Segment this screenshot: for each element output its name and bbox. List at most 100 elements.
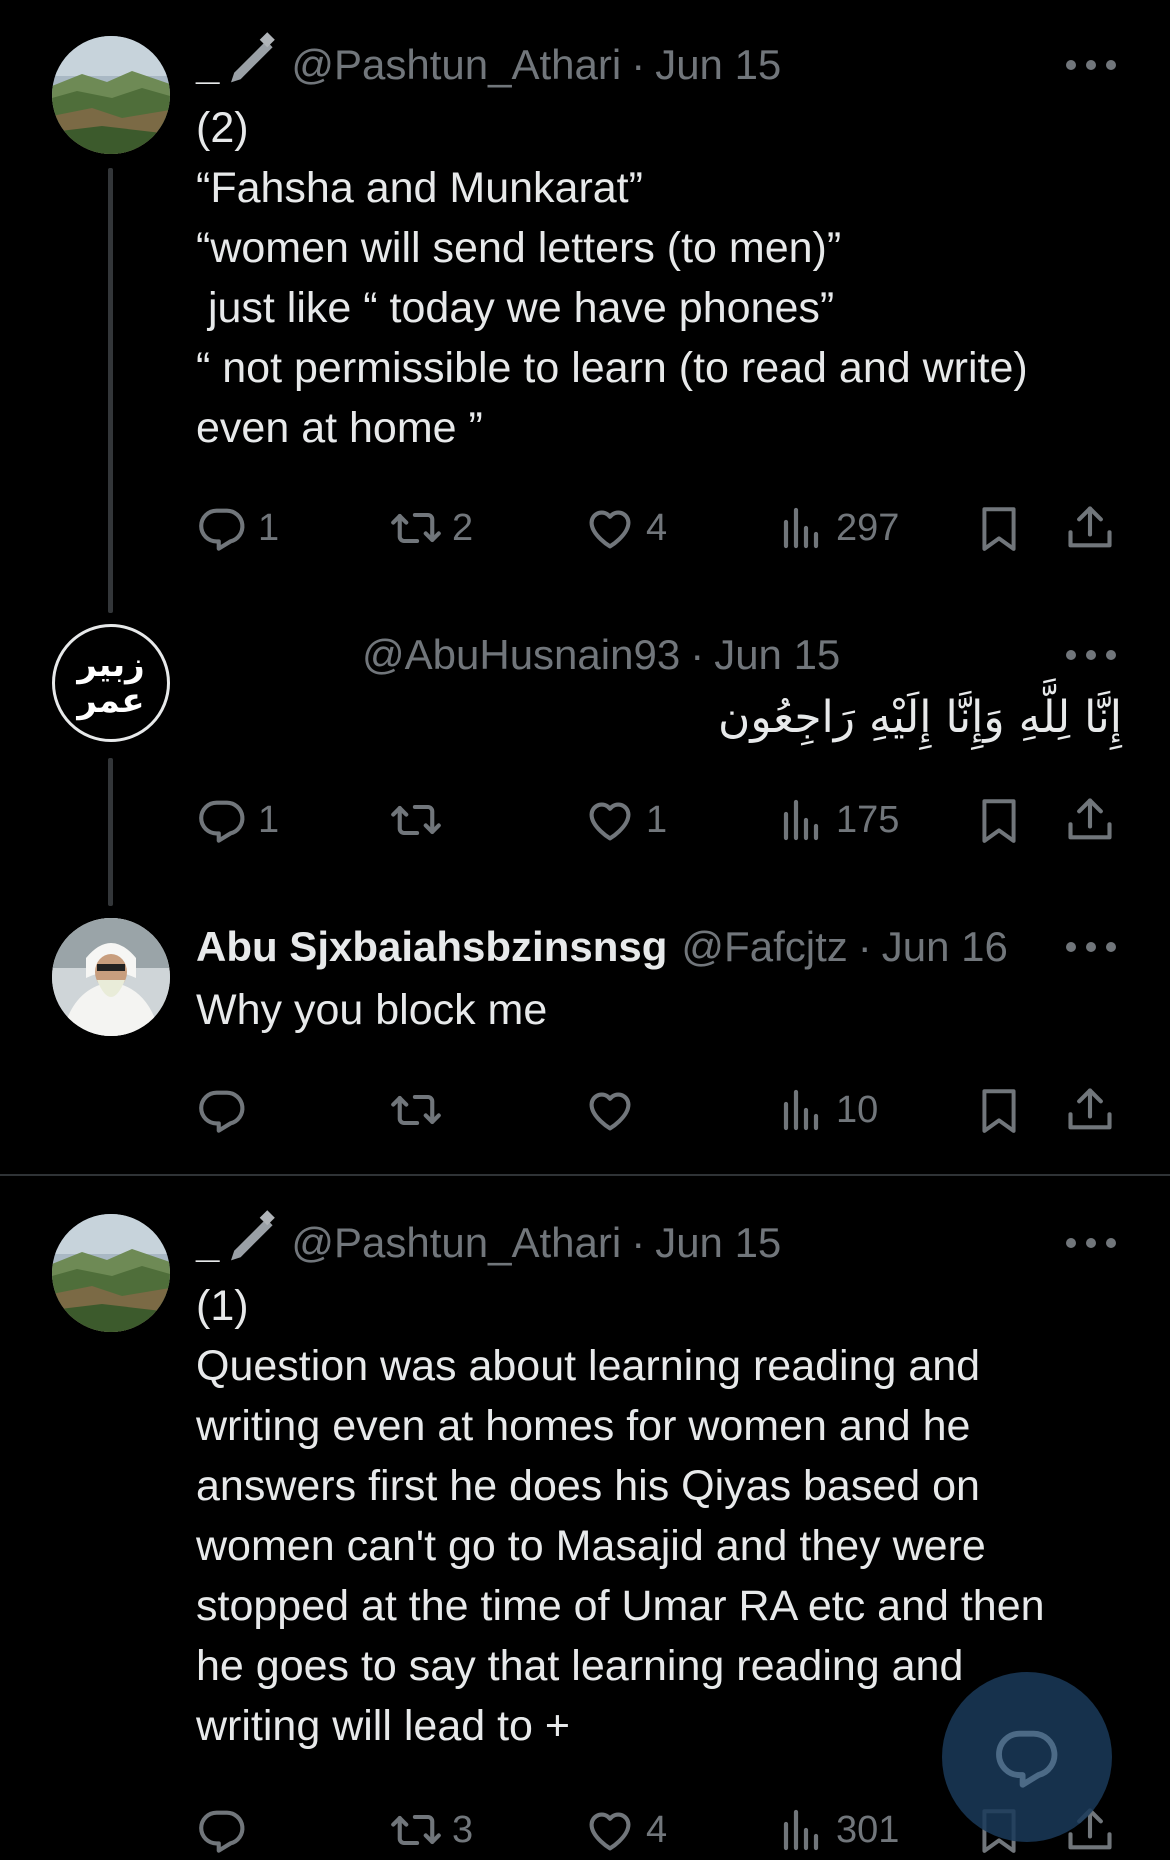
share-button[interactable]	[1064, 790, 1116, 850]
handle[interactable]: @AbuHusnain93	[362, 631, 680, 679]
avatar[interactable]: زبير عمر	[52, 624, 170, 742]
heart-icon	[584, 502, 636, 554]
avatar-text: عمر	[77, 681, 145, 721]
views-button[interactable]: 175	[778, 790, 899, 850]
separator-dot: ·	[857, 923, 872, 970]
views-count: 10	[836, 1088, 879, 1131]
more-icon[interactable]	[1066, 927, 1116, 967]
tweet-line: Why you block me	[196, 986, 548, 1034]
reply-icon	[196, 1804, 248, 1856]
landscape-avatar-image	[52, 1214, 170, 1332]
bookmark-icon	[974, 503, 1024, 553]
tweet-line: answers first he does his Qiyas based on	[196, 1462, 980, 1510]
handle[interactable]: @Fafcjtz	[681, 923, 847, 971]
tweet-text: إِنَّا لِلَّهِ وَإِنَّا إِلَيْهِ رَاجِعُ…	[718, 692, 1122, 743]
like-count: 4	[646, 1808, 668, 1851]
repost-icon	[390, 502, 442, 554]
avatar[interactable]	[52, 36, 170, 154]
date[interactable]: Jun 15	[655, 1219, 781, 1267]
tweet-line: Question was about learning reading and	[196, 1342, 981, 1390]
tweet-line: “women will send letters (to men)”	[196, 224, 842, 272]
date[interactable]: Jun 15	[714, 631, 840, 679]
like-button[interactable]	[584, 1080, 646, 1140]
avatar[interactable]	[52, 1214, 170, 1332]
action-bar: 1 2 4 297	[196, 498, 1126, 558]
tweet-line: “ not permissible to learn (to read and …	[196, 344, 1028, 392]
tweet-text: Why you block me	[196, 980, 1126, 1040]
reply-count: 1	[258, 798, 280, 841]
action-bar: 1 1 175	[196, 790, 1126, 850]
person-avatar-image	[52, 918, 170, 1036]
tweet[interactable]: _ @Pashtun_Athari · Jun 15 (2) “Fahsha a…	[0, 0, 1170, 613]
handle[interactable]: @Pashtun_Athari	[291, 1219, 621, 1267]
compose-button[interactable]	[942, 1672, 1112, 1842]
heart-icon	[584, 794, 636, 846]
reply-button[interactable]: 1	[196, 790, 279, 850]
tweet-line: just like “ today we have phones”	[196, 284, 835, 332]
heart-icon	[584, 1084, 636, 1136]
date[interactable]: Jun 15	[655, 41, 781, 89]
like-button[interactable]: 1	[584, 790, 667, 850]
views-count: 301	[836, 1808, 900, 1851]
views-count: 175	[836, 798, 900, 841]
reply-icon	[196, 1084, 248, 1136]
avatar[interactable]	[52, 918, 170, 1036]
bookmark-icon	[974, 1085, 1024, 1135]
divider	[0, 1174, 1170, 1176]
repost-button[interactable]	[390, 790, 452, 850]
views-button[interactable]: 297	[778, 498, 899, 558]
tweet[interactable]: Abu Sjxbaiahsbzinsnsg @Fafcjtz · Jun 16 …	[0, 900, 1170, 1175]
views-count: 297	[836, 506, 900, 549]
share-icon	[1064, 1084, 1116, 1136]
views-button[interactable]: 10	[778, 1080, 878, 1140]
reply-icon	[196, 794, 248, 846]
repost-button[interactable]	[390, 1080, 452, 1140]
tweet[interactable]: زبير عمر @AbuHusnain93 · Jun 15 إِنَّا ل…	[0, 600, 1170, 906]
repost-button[interactable]: 2	[390, 498, 473, 558]
bookmark-button[interactable]	[974, 790, 1024, 850]
reply-button[interactable]: 1	[196, 498, 279, 558]
more-icon[interactable]	[1066, 45, 1116, 85]
heart-icon	[584, 1804, 636, 1856]
tweet-line: (1)	[196, 1282, 249, 1330]
views-icon	[778, 1086, 826, 1134]
action-bar: 10	[196, 1080, 1126, 1140]
more-icon[interactable]	[1066, 635, 1116, 675]
bookmark-button[interactable]	[974, 1080, 1024, 1140]
like-button[interactable]: 4	[584, 1800, 667, 1860]
tweet-line: even at home ”	[196, 404, 483, 452]
views-icon	[778, 796, 826, 844]
compose-icon	[996, 1730, 1058, 1788]
landscape-avatar-image	[52, 36, 170, 154]
tweet-header: _ @Pashtun_Athari · Jun 15	[196, 40, 781, 90]
share-button[interactable]	[1064, 1080, 1116, 1140]
separator-dot: ·	[631, 1219, 646, 1266]
tweet-line: women can't go to Masajid and they were	[196, 1522, 986, 1570]
like-button[interactable]: 4	[584, 498, 667, 558]
views-icon	[778, 1806, 826, 1854]
repost-count: 3	[452, 1808, 474, 1851]
repost-icon	[390, 1084, 442, 1136]
avatar-text: زبير	[77, 645, 145, 685]
thread-line	[108, 758, 113, 906]
views-icon	[778, 504, 826, 552]
repost-icon	[390, 1804, 442, 1856]
tweet-header: Abu Sjxbaiahsbzinsnsg @Fafcjtz · Jun 16	[196, 922, 1008, 972]
more-icon[interactable]	[1066, 1223, 1116, 1263]
share-icon	[1064, 794, 1116, 846]
share-button[interactable]	[1064, 498, 1116, 558]
like-count: 4	[646, 506, 668, 549]
reply-button[interactable]	[196, 1800, 258, 1860]
tweet-line: writing even at homes for women and he	[196, 1402, 971, 1450]
views-button[interactable]: 301	[778, 1800, 899, 1860]
separator-dot: ·	[690, 631, 705, 678]
tweet-line: “Fahsha and Munkarat”	[196, 164, 643, 212]
bookmark-icon	[974, 795, 1024, 845]
reply-button[interactable]	[196, 1080, 258, 1140]
bookmark-button[interactable]	[974, 498, 1024, 558]
handle[interactable]: @Pashtun_Athari	[291, 41, 621, 89]
tweet-text: (2) “Fahsha and Munkarat” “women will se…	[196, 98, 1126, 458]
date[interactable]: Jun 16	[882, 923, 1008, 971]
display-name[interactable]: Abu Sjxbaiahsbzinsnsg	[196, 923, 667, 971]
repost-button[interactable]: 3	[390, 1800, 473, 1860]
